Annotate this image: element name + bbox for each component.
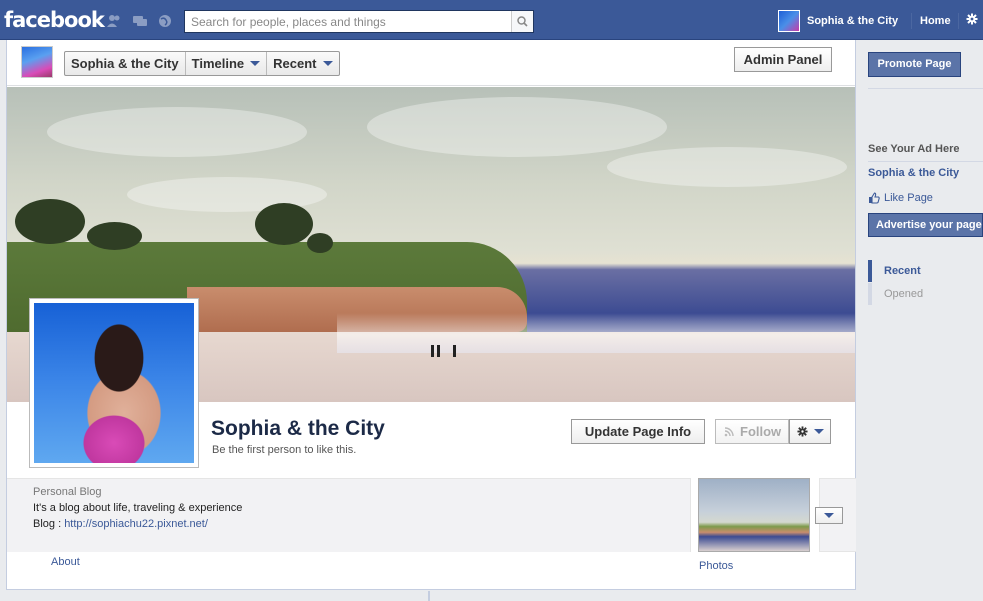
- update-page-info-button[interactable]: Update Page Info: [571, 419, 705, 444]
- thumbs-up-icon: [869, 192, 880, 204]
- chevron-down-icon: [250, 61, 261, 66]
- filter-opened[interactable]: Opened: [868, 283, 968, 305]
- search-icon: [517, 16, 528, 27]
- page-description: It's a blog about life, traveling & expe…: [33, 502, 243, 514]
- gear-icon: [796, 426, 808, 437]
- photos-link[interactable]: Photos: [699, 560, 733, 572]
- about-link[interactable]: About: [51, 556, 80, 568]
- ad-title-link[interactable]: Sophia & the City: [868, 167, 959, 179]
- nav-separator: [958, 13, 959, 29]
- page-settings-button[interactable]: [789, 419, 831, 444]
- profile-picture[interactable]: [29, 298, 199, 468]
- like-page-label: Like Page: [884, 192, 933, 204]
- photos-thumbnail[interactable]: [698, 478, 810, 552]
- timeline-main: Sophia & the City Timeline Recent Admin …: [6, 40, 856, 590]
- sidebar-divider: [868, 88, 983, 89]
- chevron-down-icon: [322, 61, 333, 66]
- sidebar-divider: [868, 161, 983, 162]
- account-gear-icon[interactable]: [966, 13, 978, 28]
- facebook-logo[interactable]: facebook: [4, 8, 105, 32]
- chevron-down-icon: [813, 429, 824, 434]
- follow-button[interactable]: Follow: [715, 419, 789, 444]
- more-apps-button[interactable]: [815, 507, 843, 524]
- like-count-text: Be the first person to like this.: [212, 444, 357, 456]
- promote-page-button[interactable]: Promote Page: [868, 52, 961, 77]
- breadcrumb-timeline[interactable]: Timeline: [186, 52, 268, 75]
- timeline-spine: [428, 591, 430, 601]
- friend-requests-icon[interactable]: [106, 14, 122, 28]
- page-mini-avatar[interactable]: [21, 46, 53, 78]
- like-page-link[interactable]: Like Page: [868, 192, 933, 204]
- user-profile-link[interactable]: Sophia & the City: [807, 15, 898, 27]
- right-sidebar: Promote Page See Your Ad Here Sophia & t…: [862, 40, 983, 601]
- page-category: Personal Blog: [33, 486, 102, 498]
- breadcrumb-page-name[interactable]: Sophia & the City: [65, 52, 186, 75]
- blog-line: Blog : http://sophiachu22.pixnet.net/: [33, 516, 664, 532]
- search-box: [184, 10, 534, 33]
- user-avatar[interactable]: [778, 10, 800, 32]
- page-header: Sophia & the City Timeline Recent Admin …: [7, 40, 855, 86]
- breadcrumb: Sophia & the City Timeline Recent: [64, 51, 340, 76]
- ad-heading[interactable]: See Your Ad Here: [868, 143, 960, 155]
- admin-panel-button[interactable]: Admin Panel: [734, 47, 832, 72]
- search-button[interactable]: [511, 11, 533, 32]
- home-link[interactable]: Home: [920, 15, 951, 27]
- top-navigation-bar: facebook Sophia & the City Home: [0, 0, 983, 40]
- advertise-page-button[interactable]: Advertise your page: [868, 213, 983, 237]
- filter-recent[interactable]: Recent: [868, 260, 968, 282]
- blog-url-link[interactable]: http://sophiachu22.pixnet.net/: [64, 518, 208, 530]
- chevron-down-icon: [824, 513, 834, 518]
- notifications-globe-icon[interactable]: [157, 14, 173, 28]
- search-input[interactable]: [185, 11, 511, 32]
- nav-separator: [911, 13, 912, 29]
- rss-icon: [724, 426, 734, 436]
- page-info-box[interactable]: Personal Blog It's a blog about life, tr…: [7, 478, 691, 552]
- messages-icon[interactable]: [132, 14, 148, 28]
- page-title[interactable]: Sophia & the City: [211, 417, 385, 441]
- breadcrumb-recent[interactable]: Recent: [267, 52, 338, 75]
- blog-prefix: Blog :: [33, 518, 65, 530]
- follow-button-label: Follow: [740, 424, 782, 439]
